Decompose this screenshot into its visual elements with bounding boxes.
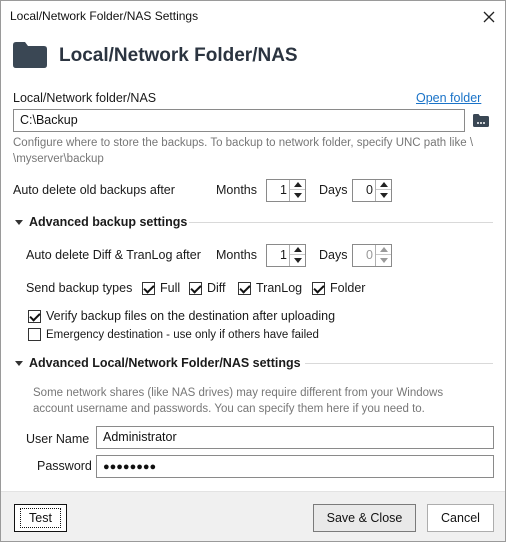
arrow-up-icon [293,182,302,187]
checkbox-label: Full [160,281,181,295]
title-bar: Local/Network Folder/NAS Settings [1,1,505,32]
increment-button[interactable] [376,180,391,190]
dialog-header: Local/Network Folder/NAS [13,40,493,72]
stepper-value: 1 [280,183,287,197]
username-input[interactable]: Administrator [96,426,494,449]
checkbox-checked-icon [238,281,251,295]
emergency-destination-checkbox[interactable]: Emergency destination - use only if othe… [28,328,319,341]
browse-folder-button[interactable] [471,110,491,130]
password-input[interactable]: ●●●●●●●● [96,455,494,478]
type-tranlog-checkbox[interactable]: TranLog [238,281,302,295]
save-close-button[interactable]: Save & Close [313,504,416,532]
arrow-down-icon [293,192,302,198]
verify-files-checkbox[interactable]: Verify backup files on the destination a… [28,309,335,323]
test-button[interactable]: Test [14,504,67,532]
stepper-arrows [289,245,305,266]
increment-button[interactable] [376,245,391,255]
stepper-value: 0 [366,183,373,197]
folder-hint-line1: Configure where to store the backups. To… [13,137,474,149]
decrement-button[interactable] [376,190,391,200]
checkbox-label: Emergency destination - use only if othe… [46,328,319,341]
checkbox-label: Diff [207,281,226,295]
arrow-down-icon [293,257,302,263]
type-diff-checkbox[interactable]: Diff [189,281,226,295]
advanced-nas-header: Advanced Local/Network Folder/NAS settin… [29,356,301,370]
stepper-arrows [375,245,391,266]
folder-path-input[interactable]: C:\Backup [13,109,465,132]
folder-hint: Configure where to store the backups. To… [13,135,493,167]
type-folder-checkbox[interactable]: Folder [312,281,365,295]
folder-icon [13,42,47,68]
checkbox-label: TranLog [256,281,303,295]
diff-delete-months-stepper[interactable]: 1 [266,244,306,267]
diff-delete-months-label: Months [216,248,257,262]
arrow-up-icon [379,182,388,187]
password-label: Password [37,459,92,473]
stepper-arrows [289,180,305,201]
advanced-backup-header: Advanced backup settings [29,215,188,229]
arrow-down-icon [379,257,388,263]
open-folder-link[interactable]: Open folder [416,91,481,105]
diff-delete-days-label: Days [319,248,348,262]
diff-delete-label: Auto delete Diff & TranLog after [26,248,201,262]
checkbox-checked-icon [312,281,325,295]
increment-button[interactable] [290,180,305,190]
advanced-backup-toggle[interactable]: Advanced backup settings [13,213,187,231]
advanced-nas-toggle[interactable]: Advanced Local/Network Folder/NAS settin… [13,354,301,372]
page-title: Local/Network Folder/NAS [59,45,298,66]
nas-note-line1: Some network shares (like NAS drives) ma… [33,387,444,399]
type-full-checkbox[interactable]: Full [142,281,180,295]
auto-delete-months-stepper[interactable]: 1 [266,179,306,202]
checkbox-checked-icon [28,309,41,323]
username-label: User Name [26,432,90,446]
close-button[interactable] [473,1,505,32]
stepper-value: 1 [280,248,287,262]
arrow-up-icon [293,247,302,252]
test-button-label: Test [20,508,61,528]
auto-delete-label: Auto delete old backups after [13,183,175,197]
decrement-button[interactable] [376,255,391,265]
nas-note-line2: account username and passwords. You can … [33,403,425,415]
arrow-up-icon [379,247,388,252]
stepper-value: 0 [366,248,373,262]
folder-hint-line2: \myserver\backup [13,153,104,165]
chevron-down-icon [15,219,23,225]
browse-folder-icon [473,113,489,127]
section-divider [189,222,493,223]
checkbox-label: Verify backup files on the destination a… [46,309,336,323]
checkbox-label: Folder [330,281,366,295]
close-icon [483,11,495,22]
settings-dialog: Local/Network Folder/NAS Settings Local/… [0,0,506,542]
diff-delete-days-stepper[interactable]: 0 [352,244,392,267]
save-button-label: Save & Close [326,511,403,525]
nas-note: Some network shares (like NAS drives) ma… [33,385,493,417]
arrow-down-icon [379,192,388,198]
checkbox-checked-icon [142,281,155,295]
checkbox-checked-icon [189,281,202,295]
auto-delete-days-stepper[interactable]: 0 [352,179,392,202]
checkbox-unchecked-icon [28,328,41,341]
dialog-footer: Test Save & Close Cancel [1,491,505,541]
chevron-down-icon [15,360,23,366]
auto-delete-days-label: Days [319,183,348,197]
decrement-button[interactable] [290,255,305,265]
section-divider [305,363,493,364]
window-title: Local/Network Folder/NAS Settings [10,9,199,23]
increment-button[interactable] [290,245,305,255]
auto-delete-months-label: Months [216,183,257,197]
decrement-button[interactable] [290,190,305,200]
stepper-arrows [375,180,391,201]
cancel-button[interactable]: Cancel [427,504,494,532]
cancel-button-label: Cancel [441,511,480,525]
send-types-label: Send backup types [26,281,133,295]
folder-label: Local/Network folder/NAS [13,91,157,105]
